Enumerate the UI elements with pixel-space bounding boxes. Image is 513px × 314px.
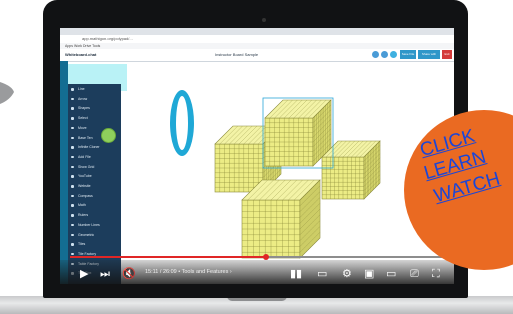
- theater-mode-icon[interactable]: ▭: [386, 268, 396, 280]
- video-progress-played[interactable]: [70, 256, 266, 258]
- video-time: 15:11 / 26:09 • Tools and Features ›: [145, 269, 232, 275]
- chapter-title[interactable]: Tools and Features: [182, 269, 229, 275]
- fullscreen-icon[interactable]: ⛶: [432, 268, 440, 280]
- pause-toggle-icon[interactable]: ▮▮: [290, 268, 302, 280]
- cast-icon[interactable]: ⎚: [410, 268, 419, 280]
- video-scrubber-handle[interactable]: [263, 254, 269, 260]
- settings-gear-icon[interactable]: ⚙: [342, 268, 352, 280]
- volume-icon[interactable]: 🔇: [122, 268, 136, 280]
- time-readout: 15:11 / 26:09: [145, 269, 177, 275]
- base-ten-cube[interactable]: [321, 140, 381, 200]
- play-icon[interactable]: ▶: [80, 268, 88, 280]
- next-icon[interactable]: ⏭: [100, 268, 110, 280]
- decorative-shape: [0, 82, 14, 104]
- video-progress-remaining[interactable]: [266, 256, 454, 258]
- base-ten-cube[interactable]: [241, 179, 321, 259]
- laptop-screen: app.mathigon.org/polypad/... Apps Work D…: [60, 28, 454, 284]
- miniplayer-icon[interactable]: ▣: [364, 268, 374, 280]
- base-ten-cubes[interactable]: [60, 28, 454, 284]
- subtitles-icon[interactable]: ▭: [317, 268, 327, 280]
- webcam: [262, 18, 266, 22]
